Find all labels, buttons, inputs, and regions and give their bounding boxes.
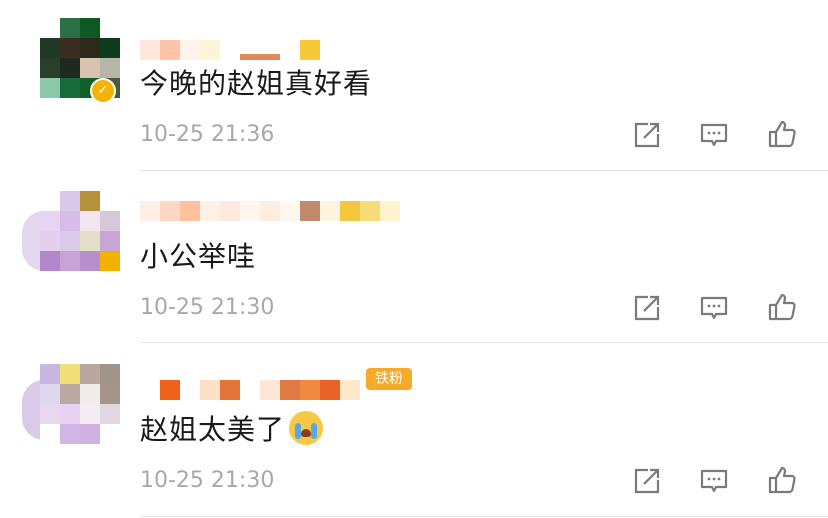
- avatar-pixel: [80, 384, 100, 404]
- avatar-pixel: [100, 251, 120, 271]
- avatar-pixel: [60, 404, 80, 424]
- avatar-pixel: [100, 384, 120, 404]
- avatar-pixel: [40, 424, 60, 444]
- avatar-pixel: [60, 251, 80, 271]
- avatar-pixel: [60, 384, 80, 404]
- avatar[interactable]: [40, 364, 120, 444]
- avatar-pixel: [60, 211, 80, 231]
- avatar-pixel: [100, 424, 120, 444]
- avatar-pixel: [80, 424, 100, 444]
- avatar-pixel: [80, 18, 100, 38]
- avatar-pixel: [60, 58, 80, 78]
- avatar-pixel: [60, 191, 80, 211]
- avatar-pixel: [100, 404, 120, 424]
- avatar-pixel: [40, 251, 60, 271]
- avatar-pixel: [40, 78, 60, 98]
- avatar-pixel: [100, 364, 120, 384]
- avatar-pixel: [80, 364, 100, 384]
- comment-text: 赵姐太美了: [140, 408, 324, 448]
- avatar-pixel: [60, 231, 80, 251]
- avatar-pixel: [40, 191, 60, 211]
- comment-icon[interactable]: [698, 292, 730, 324]
- avatar-pixel: [100, 191, 120, 211]
- username-redacted[interactable]: [140, 181, 400, 221]
- comment-item: ✓ 今晚的赵姐真好看 10-25 21:36: [0, 0, 828, 172]
- username-redacted[interactable]: [140, 360, 360, 400]
- comment-timestamp: 10-25 21:30: [140, 468, 275, 493]
- avatar-pixel: [100, 58, 120, 78]
- verified-badge-icon: ✓: [90, 78, 116, 104]
- avatar-pixel: [60, 18, 80, 38]
- crying-emoji-icon: [289, 411, 324, 445]
- avatar-pixel: [40, 364, 60, 384]
- avatar-pixel: [100, 18, 120, 38]
- share-icon[interactable]: [631, 465, 663, 497]
- avatar-pixel: [40, 58, 60, 78]
- comment-text: 今晚的赵姐真好看: [140, 67, 373, 100]
- avatar[interactable]: [40, 191, 120, 271]
- avatar-pixel: [60, 364, 80, 384]
- avatar-pixel: [40, 231, 60, 251]
- avatar-pixel: [80, 58, 100, 78]
- divider: [140, 516, 828, 517]
- comment-text-content: 赵姐太美了: [140, 413, 286, 446]
- thumbs-up-icon[interactable]: [766, 118, 798, 150]
- comment-icon[interactable]: [698, 465, 730, 497]
- avatar-pixel: [80, 191, 100, 211]
- comment-item: 小公举哇 10-25 21:30: [0, 173, 828, 345]
- comment-text: 小公举哇: [140, 240, 257, 273]
- avatar-pixel: [40, 404, 60, 424]
- avatar-pixel: [40, 211, 60, 231]
- share-icon[interactable]: [631, 292, 663, 324]
- avatar-pixel: [60, 38, 80, 58]
- avatar-pixel: [80, 211, 100, 231]
- comment-icon[interactable]: [698, 119, 730, 151]
- thumbs-up-icon[interactable]: [766, 464, 798, 496]
- thumbs-up-icon[interactable]: [766, 291, 798, 323]
- avatar-pixel: [100, 211, 120, 231]
- divider: [140, 170, 828, 171]
- comment-timestamp: 10-25 21:36: [140, 122, 275, 147]
- avatar-pixel: [40, 384, 60, 404]
- fan-badge: 铁粉: [366, 368, 412, 390]
- avatar-pixel: [60, 424, 80, 444]
- avatar-pixel: [40, 38, 60, 58]
- avatar-pixel: [80, 404, 100, 424]
- username-redacted[interactable]: [140, 20, 320, 60]
- share-icon[interactable]: [631, 119, 663, 151]
- avatar-pixel: [60, 78, 80, 98]
- avatar-pixel: [100, 38, 120, 58]
- avatar-pixel: [80, 231, 100, 251]
- divider: [140, 342, 828, 343]
- avatar-pixel: [80, 251, 100, 271]
- comment-timestamp: 10-25 21:30: [140, 295, 275, 320]
- avatar-pixel: [40, 18, 60, 38]
- avatar-pixel: [100, 231, 120, 251]
- comment-item: 赵姐太美了 10-25 21:30: [0, 346, 828, 518]
- avatar-pixel: [80, 38, 100, 58]
